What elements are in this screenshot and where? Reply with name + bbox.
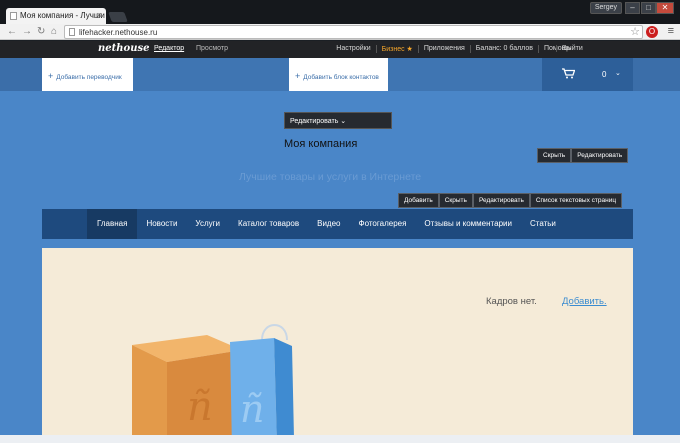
forward-arrow-icon[interactable]: → [22, 26, 32, 37]
page: nethouse Редактор Просмотр Настройки Биз… [0, 41, 680, 443]
add-translator-label: Добавить переводчик [56, 74, 122, 81]
svg-text:ñ: ñ [240, 387, 264, 431]
add-contacts-button[interactable]: + Добавить блок контактов [289, 58, 388, 91]
browser-toolbar: ← → ↻ ⌂ lifehacker.nethouse.ru ☆ O ≡ [0, 24, 680, 40]
business-link[interactable]: Бизнес ★ [375, 45, 418, 53]
bookmark-star-icon[interactable]: ☆ [630, 25, 640, 38]
cart-icon [562, 68, 576, 82]
hide-button[interactable]: Скрыть [438, 193, 473, 208]
balance-link[interactable]: Баланс: 0 баллов [469, 45, 538, 53]
close-window-button[interactable]: ✕ [656, 2, 674, 14]
company-name[interactable]: Моя компания [284, 138, 357, 150]
page-bottom-strip [0, 435, 680, 443]
nav-item-catalog[interactable]: Каталог товаров [229, 209, 308, 239]
main-nav: Главная Новости Услуги Каталог товаров В… [42, 209, 633, 239]
nav-item-news[interactable]: Новости [137, 209, 186, 239]
plus-icon: + [295, 71, 301, 81]
edit-company-button[interactable]: Редактировать [571, 148, 629, 163]
slogan[interactable]: Лучшие товары и услуги в Интернете [239, 171, 421, 183]
nav-item-gallery[interactable]: Фотогалерея [350, 209, 416, 239]
admin-topbar: nethouse Редактор Просмотр Настройки Биз… [0, 41, 680, 58]
opera-extension-icon[interactable]: O [646, 26, 658, 38]
profile-button[interactable]: Sergey [589, 2, 622, 14]
nav-item-reviews[interactable]: Отзывы и комментарии [415, 209, 521, 239]
page-favicon-icon [10, 12, 17, 20]
company-actions: Скрыть Редактировать [537, 148, 629, 163]
edit-dropdown[interactable]: Редактировать ⌄ [284, 112, 392, 129]
plus-icon: + [48, 71, 54, 81]
apps-link[interactable]: Приложения [417, 45, 470, 53]
browser-menu-icon[interactable]: ≡ [668, 25, 674, 37]
text-pages-list-button[interactable]: Список текстовых страниц [529, 193, 623, 208]
minimize-button[interactable]: – [625, 2, 640, 14]
nav-item-services[interactable]: Услуги [186, 209, 229, 239]
new-tab-button[interactable] [108, 12, 128, 22]
add-button[interactable]: Добавить [398, 193, 439, 208]
svg-text:ñ: ñ [187, 384, 213, 430]
site-header: + Добавить переводчик + Добавить блок конт… [0, 58, 680, 91]
nav-item-video[interactable]: Видео [308, 209, 349, 239]
back-arrow-icon[interactable]: ← [7, 26, 17, 37]
gallery-block: Кадров нет. Добавить. ñ ñ [42, 248, 633, 443]
slogan-actions: Добавить Скрыть Редактировать Список тек… [398, 193, 623, 208]
url-text: lifehacker.nethouse.ru [79, 28, 158, 37]
topbar-menu: Настройки Бизнес ★ Приложения Баланс: 0 … [331, 45, 576, 53]
address-bar[interactable]: lifehacker.nethouse.ru [64, 25, 643, 39]
box-and-bag-illustration: ñ ñ [132, 324, 294, 443]
tab-close-icon[interactable]: × [97, 10, 102, 20]
cart-button[interactable]: 0 ⌄ [542, 58, 633, 91]
add-contacts-label: Добавить блок контактов [303, 74, 379, 81]
settings-link[interactable]: Настройки [331, 45, 375, 53]
preview-link[interactable]: Просмотр [196, 45, 228, 52]
edit-button[interactable]: Редактировать [472, 193, 530, 208]
reload-icon[interactable]: ↻ [37, 26, 45, 37]
hide-company-button[interactable]: Скрыть [537, 148, 572, 163]
maximize-button[interactable]: □ [641, 2, 656, 14]
add-frame-link[interactable]: Добавить. [562, 296, 607, 307]
exit-link[interactable]: Выйти [556, 45, 583, 52]
add-translator-button[interactable]: + Добавить переводчик [42, 58, 133, 91]
home-icon[interactable]: ⌂ [51, 26, 57, 37]
chevron-down-icon: ⌄ [615, 70, 621, 77]
editor-link[interactable]: Редактор [154, 45, 184, 52]
browser-tab[interactable]: Моя компания - Лучши × [6, 8, 106, 24]
tab-strip: Моя компания - Лучши × Sergey – □ ✕ [0, 0, 680, 24]
cart-count: 0 [602, 70, 607, 79]
no-frames-text: Кадров нет. [486, 296, 537, 307]
browser-window: Моя компания - Лучши × Sergey – □ ✕ ← → … [0, 0, 680, 443]
page-icon [69, 28, 75, 36]
nav-item-home[interactable]: Главная [87, 209, 138, 239]
nethouse-logo[interactable]: nethouse [98, 43, 149, 54]
tab-title: Моя компания - Лучши [20, 11, 105, 20]
nav-item-articles[interactable]: Статьи [521, 209, 565, 239]
